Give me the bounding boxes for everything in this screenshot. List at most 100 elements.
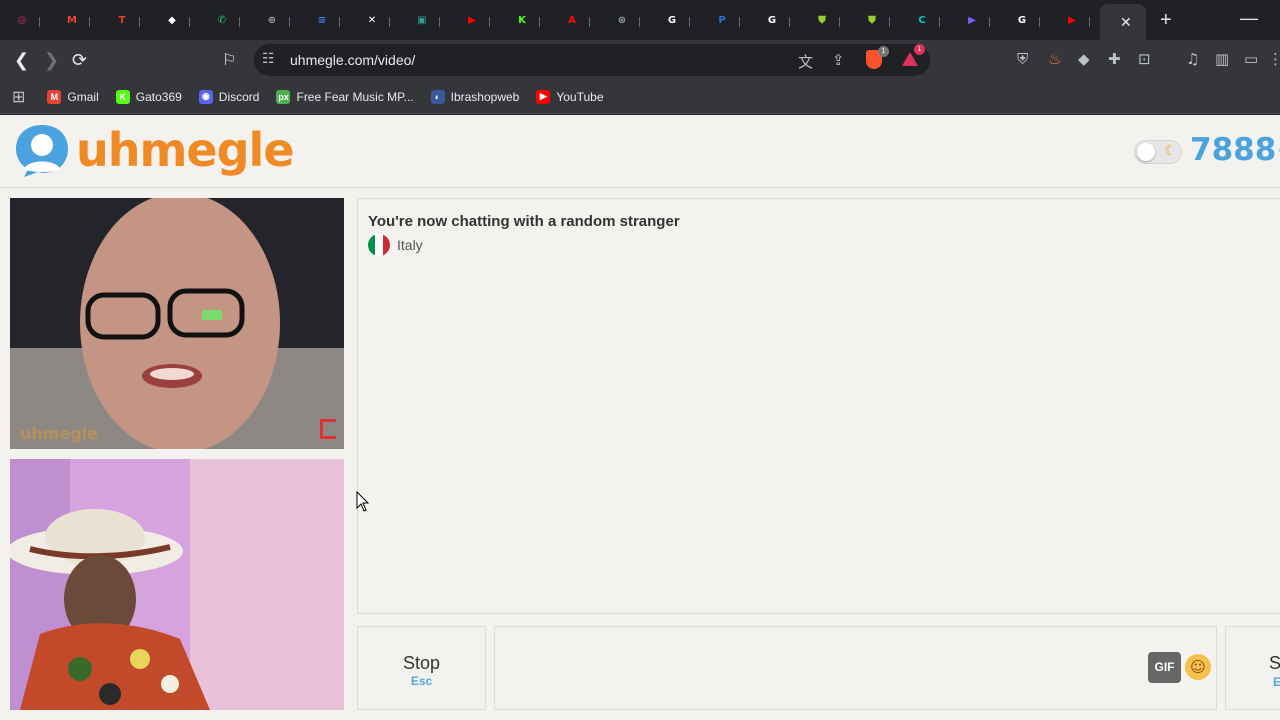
browser-tab[interactable]: ▣ (400, 4, 450, 36)
shield-ext-icon: ⛊ (818, 14, 826, 26)
send-button[interactable]: S E (1225, 626, 1280, 710)
chat-status-text: You're now chatting with a random strang… (368, 213, 680, 230)
bookmark-item[interactable]: ◉ Discord (198, 89, 259, 104)
browser-tab[interactable]: ▶ (450, 4, 500, 36)
url-text[interactable]: uhmegle.com/video/ (290, 52, 415, 68)
bookmark-label: Gato369 (135, 89, 182, 104)
tab-separator (89, 17, 90, 27)
bookmark-page-icon[interactable]: ⚐ (222, 50, 236, 69)
site-header: uhmegle ☾ 7888+ (0, 115, 1280, 188)
whatsapp-icon: ✆ (217, 14, 227, 26)
instagram-icon: ◎ (17, 14, 27, 26)
youtube-icon: ▶ (1068, 14, 1076, 26)
bookmark-item[interactable]: M Gmail (47, 89, 99, 104)
browser-tab[interactable]: G (650, 4, 700, 36)
page-content: uhmegle ☾ 7888+ uhmegle (0, 115, 1280, 720)
reload-icon[interactable]: ⟳ (72, 50, 87, 71)
browser-tab[interactable]: G (750, 4, 800, 36)
browser-tab[interactable]: ✆ (200, 4, 250, 36)
puzzle-ext-icon: ⛊ (868, 14, 876, 26)
stop-button[interactable]: Stop Esc (357, 626, 486, 710)
canva-icon: C (918, 14, 926, 26)
browser-tab[interactable]: ◎ (0, 4, 50, 36)
logo-text: uhmegle (76, 123, 295, 177)
stranger-country: Italy (368, 234, 423, 256)
bookmark-item[interactable]: ◐ Ibrashopweb (430, 89, 519, 104)
uhmegle-logo[interactable]: uhmegle (12, 121, 295, 179)
fire-extension-icon[interactable]: ♨ (1048, 50, 1061, 68)
emoji-icon[interactable]: ☺ (1185, 654, 1211, 680)
bookmark-item[interactable]: ▶ YouTube (536, 89, 604, 104)
extensions-puzzle-icon[interactable]: ✚ (1108, 50, 1121, 68)
tab-separator (439, 17, 440, 27)
tab-separator (239, 17, 240, 27)
browser-tab[interactable]: T (100, 4, 150, 36)
bookmark-label: YouTube (556, 89, 604, 104)
brave-shields-badge: 1 (878, 46, 889, 57)
browser-tab[interactable]: ▶ (950, 4, 1000, 36)
browser-tab[interactable]: K (500, 4, 550, 36)
browser-tab[interactable]: A (550, 4, 600, 36)
address-bar[interactable]: ☷ uhmegle.com/video/ 文 ⇪ 1 1 (254, 44, 930, 76)
kick-icon: K (115, 89, 130, 104)
sidebar-icon[interactable]: ▥ (1215, 50, 1229, 68)
minimize-window-icon[interactable]: — (1240, 8, 1258, 29)
share-icon[interactable]: ⇪ (832, 51, 845, 69)
country-name: Italy (397, 237, 423, 253)
dark-mode-toggle[interactable]: ☾ (1134, 140, 1182, 164)
send-button-label: S (1269, 653, 1280, 673)
bookmark-label: Gmail (67, 89, 99, 104)
message-input[interactable]: GIF ☺ (494, 626, 1217, 710)
google-icon: G (667, 14, 677, 26)
browser-tab[interactable]: ▶ (1050, 4, 1100, 36)
apps-grid-icon[interactable]: ⊞ (12, 87, 25, 106)
browser-tab[interactable]: ≡ (300, 4, 350, 36)
browser-tab[interactable]: ✕ (350, 4, 400, 36)
browser-tab[interactable]: ⊛ (250, 4, 300, 36)
ibrashop-icon: ◐ (430, 89, 445, 104)
browser-tab[interactable]: M (50, 4, 100, 36)
browser-tab[interactable]: G (1000, 4, 1050, 36)
media-controls-icon[interactable]: ♫ (1186, 50, 1199, 68)
gmail-icon: M (47, 89, 62, 104)
brave-rewards-badge: 1 (914, 44, 925, 55)
screenshot-icon[interactable]: ⊡ (1138, 50, 1151, 68)
site-info-icon[interactable]: ☷ (262, 51, 275, 67)
bookmark-item[interactable]: K Gato369 (115, 89, 182, 104)
translate-icon[interactable]: 文 (798, 51, 813, 72)
browser-tab[interactable]: ⛊ (850, 4, 900, 36)
browser-tab[interactable]: C (900, 4, 950, 36)
new-tab-icon[interactable]: + (1160, 9, 1172, 32)
diamond-extension-icon[interactable]: ◆ (1078, 50, 1090, 68)
stranger-video-frame (10, 198, 344, 449)
stop-button-shortcut: Esc (410, 674, 433, 688)
bookmark-label: Free Fear Music MP... (296, 89, 414, 104)
bookmarks-bar: ⊞ M Gmail K Gato369 ◉ Discord px Free Fear Musi… (0, 80, 1280, 114)
link-icon: ◆ (168, 14, 176, 26)
gif-button[interactable]: GIF (1148, 652, 1181, 683)
tab-active[interactable]: ✕ (1100, 4, 1146, 40)
shield-extension-icon[interactable]: ⛨ (1017, 50, 1028, 68)
youtube-icon: ▶ (536, 89, 551, 104)
close-tab-icon[interactable]: ✕ (1120, 14, 1132, 31)
browser-tab[interactable]: ⊛ (600, 4, 650, 36)
forward-icon[interactable]: ❯ (44, 50, 59, 71)
tab-separator (1039, 17, 1040, 27)
browser-tab[interactable]: ◆ (150, 4, 200, 36)
brave-rewards-icon[interactable]: 1 (902, 44, 925, 66)
tab-separator (289, 17, 290, 27)
gmail-icon: M (67, 14, 77, 26)
tab-separator (1089, 17, 1090, 27)
browser-tab[interactable]: P (700, 4, 750, 36)
tab-separator (839, 17, 840, 27)
mouse-cursor-icon (356, 491, 370, 512)
browser-tab[interactable]: ⛊ (800, 4, 850, 36)
brave-shields-icon[interactable]: 1 (866, 46, 889, 69)
wallet-icon[interactable]: ▭ (1244, 50, 1258, 68)
report-flag-icon[interactable] (320, 419, 336, 439)
back-icon[interactable]: ❮ (14, 50, 29, 71)
music-site-icon: px (276, 89, 291, 104)
paypal-icon: P (718, 14, 726, 26)
menu-icon[interactable]: ⋮ (1268, 50, 1280, 68)
bookmark-item[interactable]: px Free Fear Music MP... (276, 89, 414, 104)
